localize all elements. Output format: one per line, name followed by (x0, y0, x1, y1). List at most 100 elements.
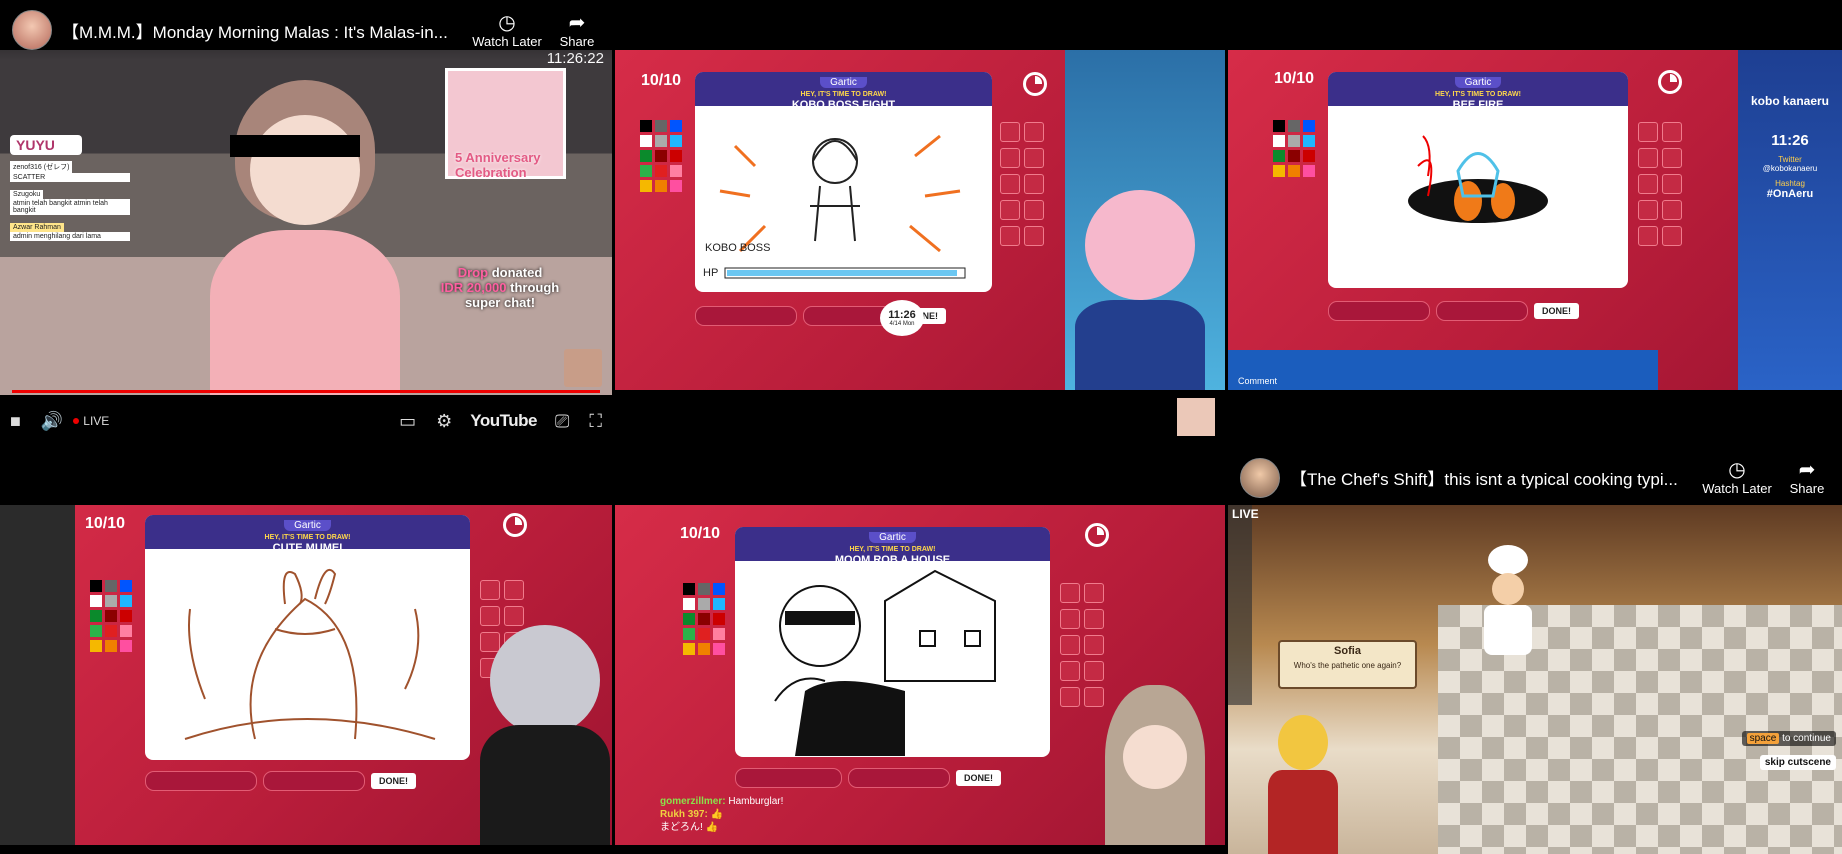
share-label: Share (559, 33, 595, 49)
watch-later-button[interactable]: ◷ Watch Later (1702, 459, 1772, 496)
video-frame[interactable]: Sofia Who's the pathetic one again? LIVE… (1228, 505, 1842, 854)
color-palette[interactable] (640, 120, 682, 192)
skip-cutscene-button[interactable]: skip cutscene (1759, 755, 1836, 770)
timer-icon (1658, 70, 1682, 94)
chat-message: gomerzillmer: Hamburglar! (660, 796, 784, 807)
stream-tile-mumei[interactable]: 10/10 Gartic HEY, IT'S TIME TO DRAW! CUT… (0, 450, 612, 854)
timer-icon (1085, 523, 1109, 547)
live-badge[interactable]: LIVE (73, 414, 109, 428)
video-title[interactable]: 【The Chef's Shift】this isnt a typical co… (1290, 465, 1702, 490)
done-button[interactable]: DONE! (1534, 303, 1579, 319)
round-counter: 10/10 (641, 72, 682, 89)
chat-overlay: YUYU zenof316 (ゼレフ) SCATTER Szugoku atmi… (10, 135, 130, 241)
drawing-canvas[interactable]: KOBO BOSS HP (695, 106, 992, 292)
round-counter: 10/10 (1274, 70, 1315, 87)
chat-message: Azwar Rahman admin menghilang dari lama (10, 223, 130, 241)
video-title[interactable]: 【M.M.M.】Monday Morning Malas : It's Mala… (62, 18, 472, 43)
celebration-text: 5 Anniversary Celebration (455, 150, 541, 180)
vtuber-avatar (190, 80, 420, 395)
drawing-canvas[interactable] (735, 561, 1050, 757)
stop-icon[interactable]: ■ (10, 411, 21, 432)
volume-icon[interactable]: 🔊 (41, 411, 63, 432)
round-counter: 10/10 (680, 525, 721, 542)
corner-thumbnail (564, 349, 602, 387)
board-header: Gartic HEY, IT'S TIME TO DRAW! CUTE MUME… (145, 515, 470, 554)
fullscreen-icon[interactable]: ⛶ (589, 411, 602, 432)
drawing-board[interactable]: Gartic HEY, IT'S TIME TO DRAW! CUTE MUME… (145, 515, 470, 760)
timer-icon (503, 513, 527, 537)
board-header: Gartic HEY, IT'S TIME TO DRAW! BEE FIRE (1328, 72, 1628, 111)
color-palette[interactable] (90, 580, 132, 652)
gartic-game[interactable]: 10/10 Gartic HEY, IT'S TIME TO DRAW! CUT… (0, 505, 612, 845)
watch-later-label: Watch Later (472, 33, 542, 49)
corner-thumbnail (1177, 398, 1215, 436)
color-palette[interactable] (1273, 120, 1315, 177)
side-character (470, 625, 612, 845)
tool-panel[interactable] (1638, 122, 1682, 246)
side-character (1095, 655, 1225, 845)
gartic-game[interactable]: 10/10 Gartic HEY, IT'S TIME TO DRAW! MOO… (615, 505, 1225, 845)
continue-hint[interactable]: space to continue (1741, 731, 1836, 746)
chat-message: Rukh 397: 👍 (660, 809, 724, 820)
donation-alert: Drop donated IDR 20,000 through super ch… (440, 265, 560, 310)
share-button[interactable]: ➦ Share (542, 12, 612, 49)
side-character (1065, 50, 1225, 390)
player-controls: ■ 🔊 LIVE ▭ ⚙ YouTube ⎚ ⛶ (0, 397, 612, 445)
comment-bar: Comment (1228, 350, 1658, 390)
brush-bar[interactable]: DONE! (1328, 300, 1579, 322)
brush-bar[interactable]: DONE! (145, 770, 416, 792)
clock-widget: 11:26 4/14 Mon (880, 300, 924, 336)
done-button[interactable]: DONE! (371, 773, 416, 789)
clock-icon: ◷ (1728, 459, 1746, 481)
dialogue-box: Sofia Who's the pathetic one again? (1278, 640, 1417, 689)
overlay-name: YUYU (10, 135, 82, 155)
share-icon: ➦ (1798, 459, 1816, 481)
video-header: 【M.M.M.】Monday Morning Malas : It's Mala… (0, 0, 612, 60)
drawing-board[interactable]: Gartic HEY, IT'S TIME TO DRAW! MOOM ROB … (735, 527, 1050, 757)
chef-character (1478, 545, 1538, 655)
stream-tile-kobo-fight[interactable]: 10/10 ⭳ Gartic HEY, IT'S TIME TO DRAW! K… (615, 0, 1225, 445)
done-button[interactable]: DONE! (956, 770, 1001, 786)
svg-text:HP: HP (703, 267, 718, 279)
chat-sidebar (0, 505, 75, 845)
cast-icon[interactable]: ⎚ (555, 411, 569, 432)
stream-tile-bee-fire[interactable]: 10/10 Gartic HEY, IT'S TIME TO DRAW! BEE… (1228, 0, 1842, 445)
drawing-board[interactable]: Gartic HEY, IT'S TIME TO DRAW! BEE FIRE (1328, 72, 1628, 288)
live-progress-bar[interactable] (12, 390, 600, 393)
settings-icon[interactable]: ⚙ (436, 411, 452, 432)
channel-avatar[interactable] (1240, 457, 1280, 498)
player-character (1268, 715, 1338, 854)
share-icon: ➦ (568, 11, 586, 34)
gartic-game[interactable]: 10/10 Gartic HEY, IT'S TIME TO DRAW! BEE… (1228, 50, 1842, 390)
chat-message: まどろん! 👍 (660, 822, 719, 833)
svg-text:KOBO BOSS: KOBO BOSS (705, 242, 770, 254)
tool-panel[interactable] (1000, 122, 1044, 246)
kobo-sidebar: kobo kanaeru 11:26 Twitter @kobokanaeru … (1738, 50, 1842, 390)
timer-icon (1023, 72, 1047, 96)
chat-message: zenof316 (ゼレフ) SCATTER (10, 161, 130, 182)
round-counter: 10/10 (85, 515, 126, 532)
youtube-logo[interactable]: YouTube (470, 411, 537, 431)
share-button[interactable]: ➦ Share (1772, 459, 1842, 496)
subtitles-icon[interactable]: ▭ (399, 411, 416, 432)
gartic-game[interactable]: 10/10 ⭳ Gartic HEY, IT'S TIME TO DRAW! K… (615, 50, 1225, 390)
video-frame[interactable]: 5 Anniversary Celebration YUYU zenof316 … (0, 50, 612, 395)
video-header: 【The Chef's Shift】this isnt a typical co… (1228, 450, 1842, 505)
channel-avatar[interactable] (12, 10, 52, 50)
stream-tile-chef[interactable]: 【The Chef's Shift】this isnt a typical co… (1228, 450, 1842, 854)
drawing-canvas[interactable] (1328, 106, 1628, 288)
stream-tile-mmm[interactable]: 【M.M.M.】Monday Morning Malas : It's Mala… (0, 0, 612, 445)
drawing-board[interactable]: Gartic HEY, IT'S TIME TO DRAW! KOBO BOSS… (695, 72, 992, 292)
stream-tile-moom[interactable]: 10/10 Gartic HEY, IT'S TIME TO DRAW! MOO… (615, 450, 1225, 854)
chat-overlay: gomerzillmer: Hamburglar! Rukh 397: 👍 まど… (660, 795, 860, 834)
drawing-canvas[interactable] (145, 549, 470, 760)
clock-icon: ◷ (498, 11, 516, 34)
chat-message: Szugoku atmin telah bangkit atmin telah … (10, 190, 130, 215)
watch-later-button[interactable]: ◷ Watch Later (472, 12, 542, 49)
share-label: Share (1789, 481, 1825, 496)
live-tag: LIVE (1232, 507, 1259, 521)
brush-bar[interactable]: DONE! (735, 767, 1001, 789)
color-palette[interactable] (683, 583, 725, 655)
watch-later-label: Watch Later (1702, 481, 1772, 496)
board-header: Gartic HEY, IT'S TIME TO DRAW! MOOM ROB … (735, 527, 1050, 566)
